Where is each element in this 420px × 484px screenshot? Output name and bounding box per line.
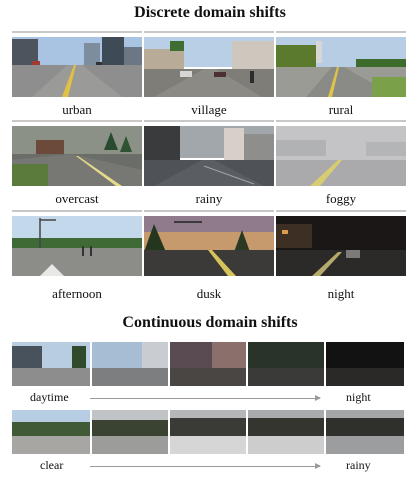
label-daytime: daytime bbox=[30, 390, 69, 404]
label-afternoon: afternoon bbox=[52, 286, 102, 301]
thumb-urban bbox=[12, 37, 142, 97]
label-overcast: overcast bbox=[55, 191, 99, 206]
label-rainy-end: rainy bbox=[346, 458, 371, 472]
thumb-foggy bbox=[276, 126, 406, 186]
thumb-top-bar bbox=[144, 120, 274, 122]
thumb-top-bar bbox=[12, 120, 142, 122]
label-foggy: foggy bbox=[325, 191, 357, 206]
label-village: village bbox=[191, 102, 227, 117]
thumb-top-bar bbox=[276, 120, 406, 122]
thumb-top-bar bbox=[144, 31, 274, 33]
label-rainy: rainy bbox=[195, 191, 223, 206]
thumb-top-bar bbox=[276, 210, 406, 212]
thumb-rainy bbox=[144, 126, 274, 186]
thumb-top-bar bbox=[144, 210, 274, 212]
label-dusk: dusk bbox=[196, 286, 222, 301]
thumb-top-bar bbox=[12, 31, 142, 33]
thumb-overcast bbox=[12, 126, 142, 186]
continuous-section-title: Continuous domain shifts bbox=[122, 314, 298, 331]
thumb-rural bbox=[276, 37, 406, 97]
label-night-end: night bbox=[346, 390, 371, 404]
shift-arrow bbox=[90, 463, 321, 469]
clear-to-rainy-strip bbox=[12, 410, 404, 454]
thumb-night bbox=[276, 216, 406, 276]
label-rural: rural bbox=[328, 102, 354, 117]
daytime-to-night-strip bbox=[12, 342, 404, 386]
thumb-afternoon bbox=[12, 216, 142, 276]
thumb-village bbox=[144, 37, 274, 97]
label-urban: urban bbox=[62, 102, 92, 117]
label-night: night bbox=[327, 286, 355, 301]
label-clear: clear bbox=[40, 458, 64, 472]
thumb-top-bar bbox=[276, 31, 406, 33]
thumb-top-bar bbox=[12, 210, 142, 212]
discrete-section-title: Discrete domain shifts bbox=[134, 4, 286, 21]
shift-arrow bbox=[90, 395, 321, 401]
thumb-dusk bbox=[144, 216, 274, 276]
